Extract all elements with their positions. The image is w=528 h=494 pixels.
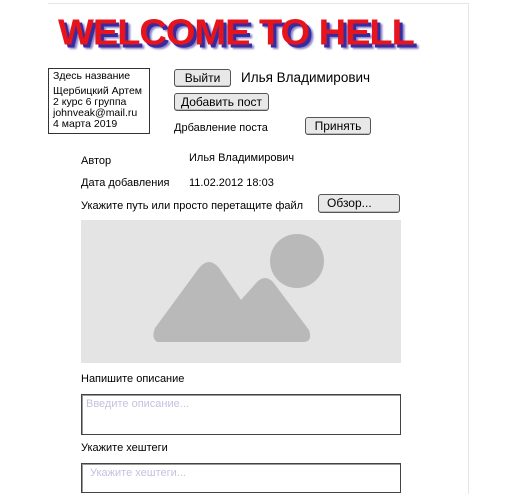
description-textarea[interactable]: Введите описание... — [81, 394, 401, 435]
add-post-button[interactable]: Добавить пост — [174, 93, 269, 111]
info-box: Здесь название Щербицкий Артем 2 курс 6 … — [48, 68, 150, 134]
section-title: Дрбавление поста — [174, 122, 268, 134]
accept-button[interactable]: Принять — [305, 117, 371, 135]
info-title: Здесь название — [53, 70, 131, 82]
description-label: Напишите описание — [81, 373, 185, 385]
author-value: Илья Владимирович — [189, 152, 295, 164]
author-label: Автор — [81, 155, 112, 167]
info-line: 4 марта 2019 — [53, 118, 118, 130]
date-value: 11.02.2012 18:03 — [189, 177, 274, 189]
user-name: Илья Владимирович — [241, 70, 371, 85]
image-placeholder-icon — [153, 234, 324, 342]
hashtags-input[interactable]: Укажите хештеги... — [81, 463, 401, 493]
banner-logo: WELCOME TO HELL — [58, 12, 453, 62]
file-label: Укажите путь или просто перетащите файл — [81, 200, 304, 212]
logout-button[interactable]: Выйти — [174, 69, 231, 87]
hashtags-label: Укажите хештеги — [81, 442, 168, 454]
browse-button[interactable]: Обзор... — [318, 194, 400, 213]
banner-text: WELCOME TO HELL — [58, 13, 415, 53]
image-dropzone[interactable] — [81, 220, 401, 363]
date-label: Дата добавления — [81, 177, 170, 189]
